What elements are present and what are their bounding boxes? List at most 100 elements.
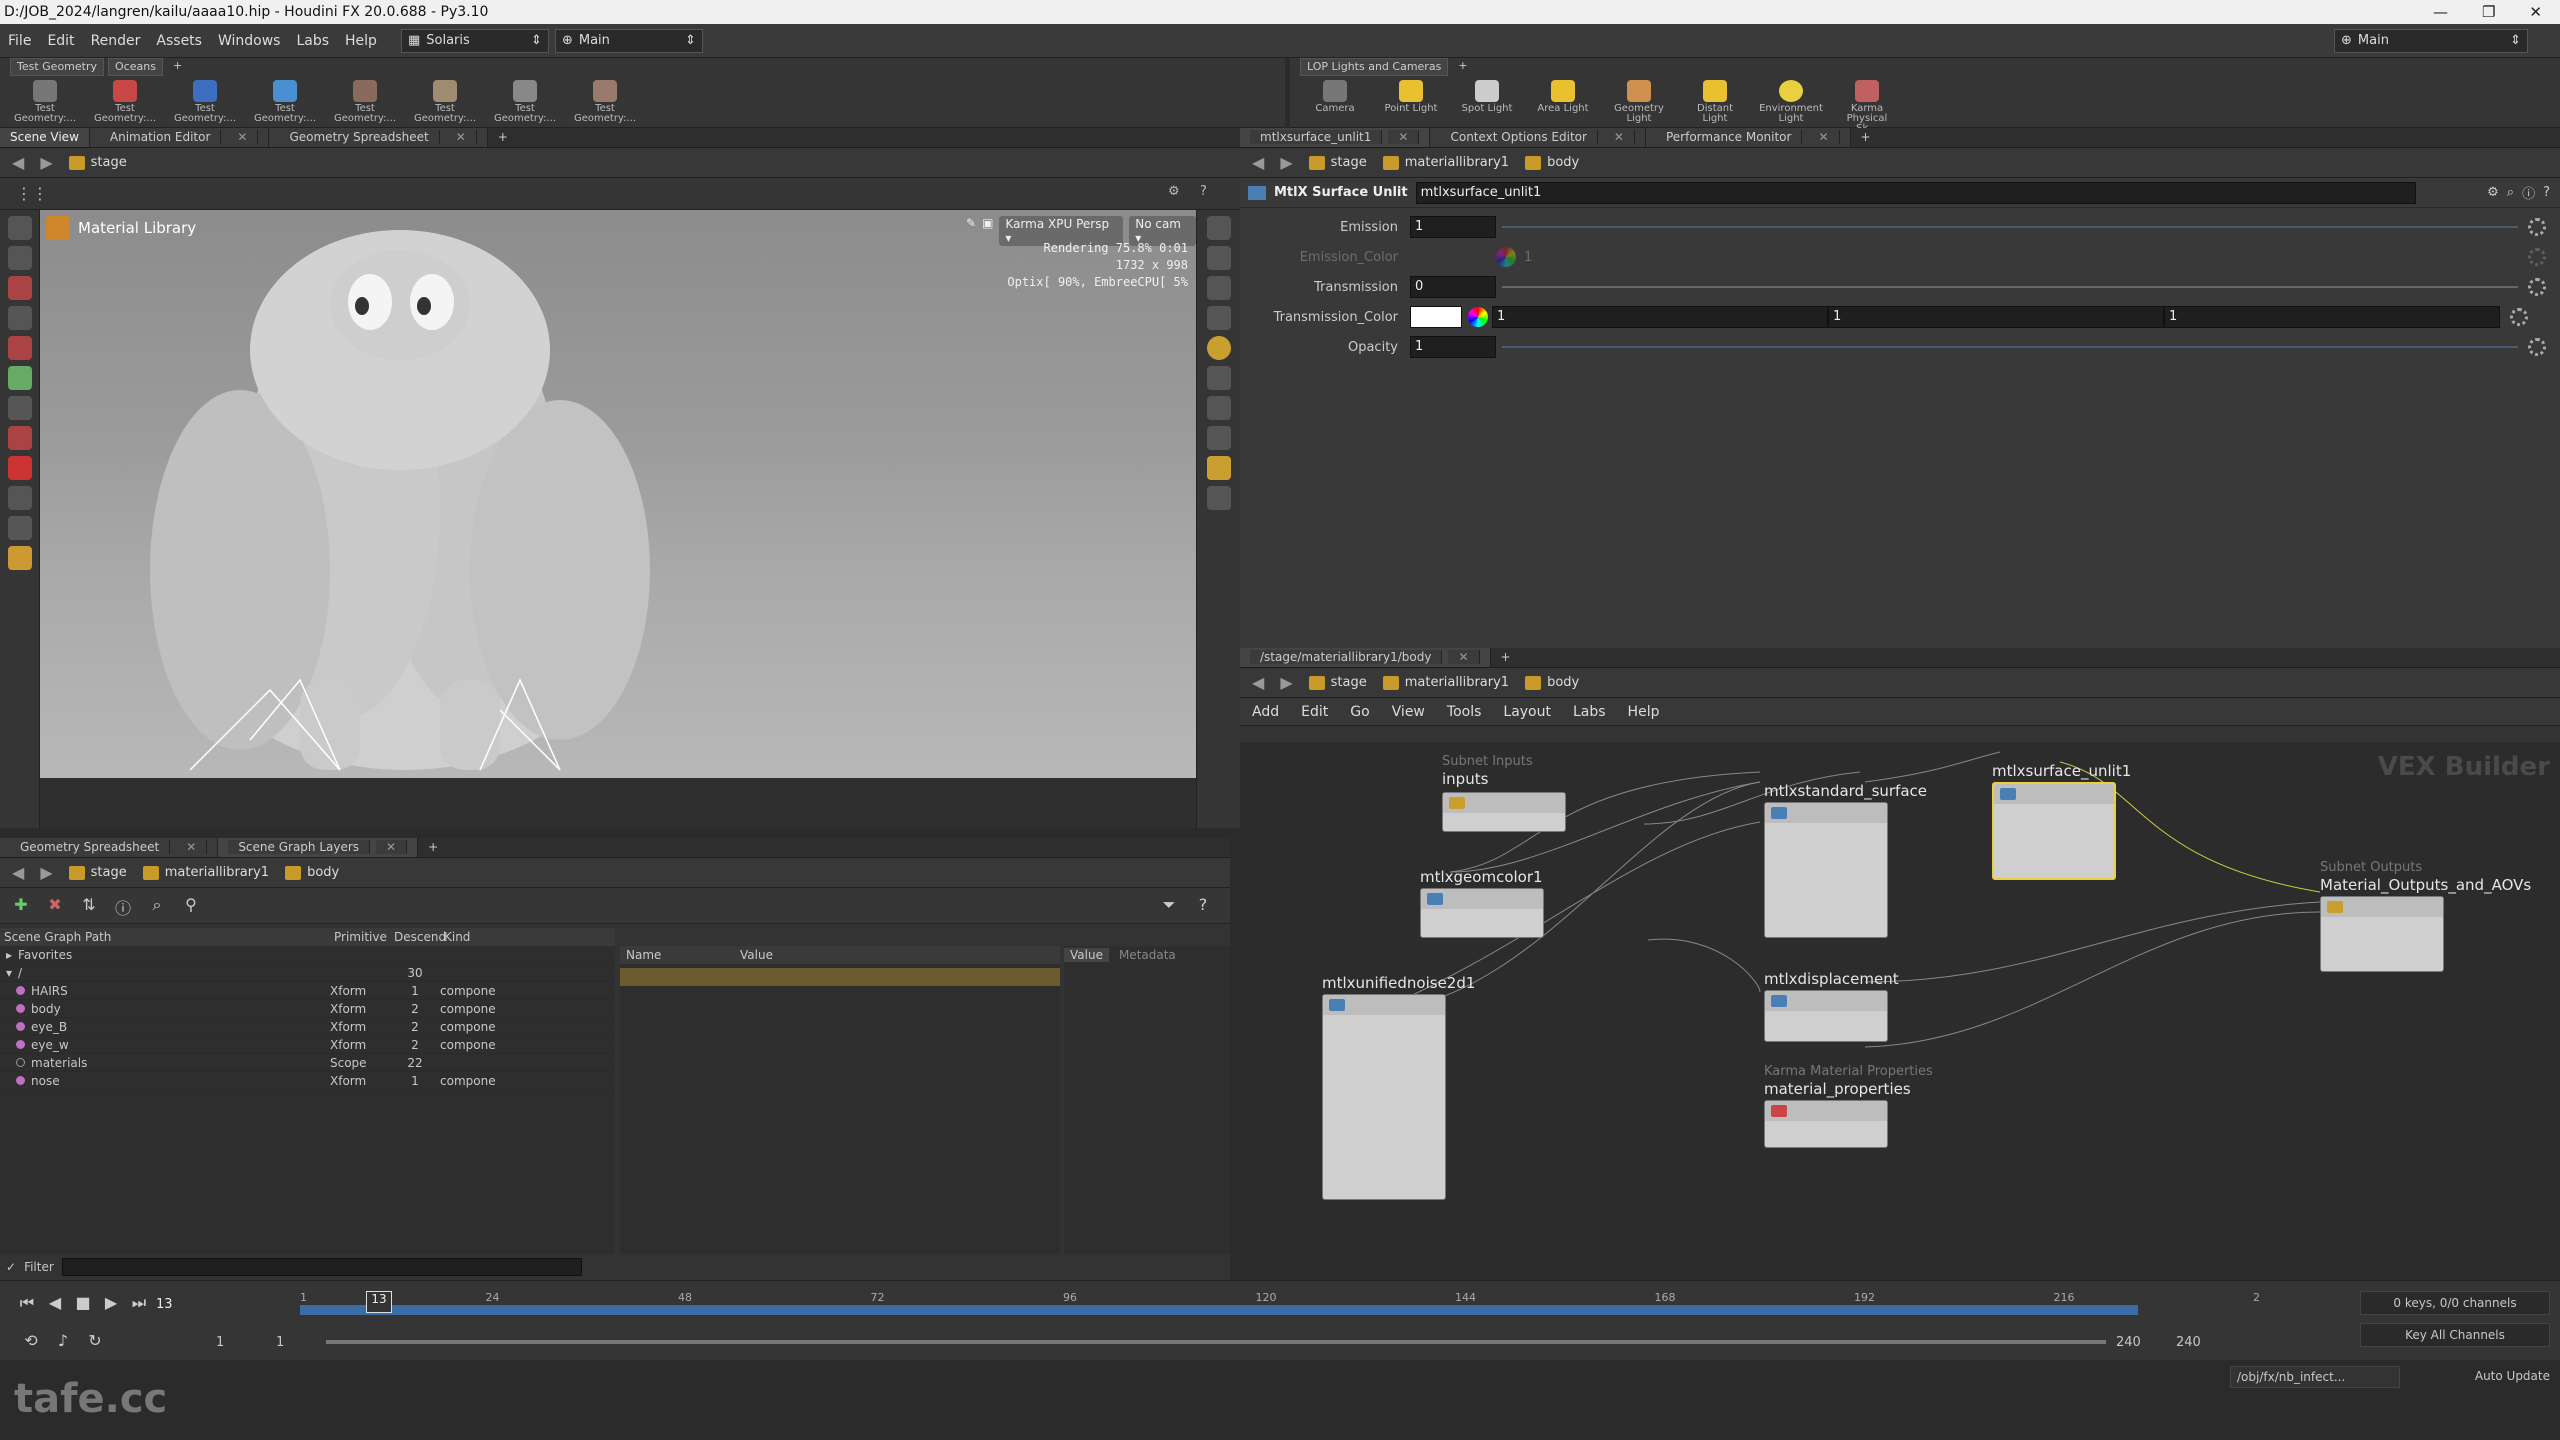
tree-row[interactable]: materials Scope 22: [0, 1054, 615, 1072]
shelf-tool-test-geometry-8[interactable]: Test Geometry:...: [574, 80, 636, 124]
node-inputs[interactable]: [1442, 792, 1566, 832]
menu-file[interactable]: File: [0, 33, 39, 49]
back-arrow-icon[interactable]: ◀: [12, 153, 24, 172]
add-tab-icon[interactable]: +: [488, 128, 518, 147]
context-path[interactable]: /obj/fx/nb_infect...: [2230, 1366, 2400, 1388]
net-menu-view[interactable]: View: [1392, 704, 1425, 720]
net-menu-layout[interactable]: Layout: [1503, 704, 1551, 720]
play-reverse-icon[interactable]: ◀: [44, 1293, 66, 1315]
shelf-tab-oceans[interactable]: Oceans: [108, 58, 163, 76]
forward-arrow-icon[interactable]: ▶: [40, 863, 52, 882]
color-wheel-icon[interactable]: [1468, 307, 1488, 327]
shelf-tool-point-light[interactable]: Point Light: [1380, 80, 1442, 134]
tree-row[interactable]: eye_w Xform 2 compone: [0, 1036, 615, 1054]
shelf-tool-camera[interactable]: Camera: [1304, 80, 1366, 134]
close-icon[interactable]: ✕: [1388, 130, 1420, 144]
shelf-tool-test-geometry-7[interactable]: Test Geometry:...: [494, 80, 556, 124]
net-menu-tools[interactable]: Tools: [1447, 704, 1482, 720]
frame-marker[interactable]: 13: [366, 1291, 392, 1313]
right-layout-dropdown[interactable]: ⊕ Main ⇕: [2334, 28, 2528, 53]
gear-icon[interactable]: [2528, 278, 2546, 296]
opacity-slider[interactable]: [1502, 346, 2518, 348]
pin-icon[interactable]: ⚲: [180, 895, 202, 917]
minimize-icon[interactable]: —: [2433, 3, 2448, 21]
tab-network-path[interactable]: /stage/materiallibrary1/body ✕: [1240, 648, 1491, 667]
add-tab-icon[interactable]: +: [167, 58, 188, 76]
gear-icon[interactable]: [2528, 218, 2546, 236]
menu-render[interactable]: Render: [83, 33, 149, 49]
close-icon[interactable]: ✕: [1448, 650, 1480, 664]
transmission-slider[interactable]: [1502, 286, 2518, 288]
info-icon[interactable]: ⓘ: [112, 895, 134, 918]
shelf-tool-test-geometry-6[interactable]: Test Geometry:...: [414, 80, 476, 124]
pause-icon[interactable]: [1206, 426, 1231, 450]
forward-arrow-icon[interactable]: ▶: [1280, 153, 1292, 172]
gear-icon[interactable]: [2510, 308, 2528, 326]
light-tool-icon[interactable]: [7, 546, 32, 570]
audio-icon[interactable]: ♪: [52, 1331, 74, 1353]
emission-field[interactable]: 1: [1410, 216, 1496, 238]
layout-dropdown[interactable]: ⊕ Main ⇕: [554, 28, 703, 53]
shelf-tool-spot-light[interactable]: Spot Light: [1456, 80, 1518, 134]
shelf-tool-karma-sky[interactable]: Karma Physical Sk...: [1836, 80, 1898, 134]
path-crumb-body[interactable]: body: [285, 865, 339, 880]
menu-help[interactable]: Help: [337, 33, 385, 49]
tab-value[interactable]: Value: [1064, 948, 1109, 962]
tree-row[interactable]: nose Xform 1 compone: [0, 1072, 615, 1090]
shelf-tool-distant-light[interactable]: Distant Light: [1684, 80, 1746, 134]
tab-geometry-spreadsheet[interactable]: Geometry Spreadsheet ✕: [269, 128, 488, 147]
realtime-icon[interactable]: ⟲: [20, 1331, 42, 1353]
rotate-tool-icon[interactable]: [7, 306, 32, 330]
select-tool-icon[interactable]: [7, 216, 32, 240]
range-end-field[interactable]: 240: [2116, 1335, 2166, 1350]
help-icon[interactable]: ?: [2543, 185, 2560, 200]
view-tool-icon[interactable]: [7, 486, 32, 510]
range-start-field[interactable]: 1: [216, 1335, 266, 1350]
selected-attribute-row[interactable]: [620, 968, 1060, 986]
maximize-icon[interactable]: ❐: [2482, 3, 2495, 21]
network-graph[interactable]: VEX Builder Subnet Inputs inputs mtlxgeo…: [1240, 742, 2560, 1280]
gear-icon[interactable]: ⚙: [2487, 185, 2499, 200]
transmission-color-r[interactable]: 1: [1492, 306, 1828, 328]
path-crumb-body[interactable]: body: [1525, 675, 1579, 690]
help-icon[interactable]: ?: [1192, 895, 1214, 917]
tab-mtlxsurface-unlit1[interactable]: mtlxsurface_unlit1 ✕: [1240, 128, 1431, 147]
color-swatch[interactable]: [1410, 306, 1462, 328]
shelf-tool-test-geometry-1[interactable]: Test Geometry:...: [14, 80, 76, 124]
lock-view-icon[interactable]: [1206, 276, 1231, 300]
shelf-tool-test-geometry-4[interactable]: Test Geometry:...: [254, 80, 316, 124]
node-mtlxunifiednoise2d1[interactable]: [1322, 994, 1446, 1200]
tab-scene-view[interactable]: Scene View: [0, 128, 90, 147]
close-icon[interactable]: ✕: [176, 840, 208, 854]
tab-metadata[interactable]: Metadata: [1113, 948, 1182, 962]
tab-context-options[interactable]: Context Options Editor ✕: [1430, 128, 1646, 147]
close-icon[interactable]: ✕: [376, 840, 408, 854]
move-tool-icon[interactable]: [7, 276, 32, 300]
tree-row-favorites[interactable]: ▸ Favorites: [0, 946, 615, 964]
brush-tool-icon[interactable]: [7, 426, 32, 450]
last-frame-icon[interactable]: ⏭: [128, 1293, 150, 1315]
path-crumb-stage[interactable]: stage: [1308, 675, 1367, 690]
pose-tool-icon[interactable]: [7, 396, 32, 420]
lock-icon[interactable]: [7, 246, 32, 270]
lock-icon[interactable]: ▣: [982, 216, 993, 246]
loop-icon[interactable]: ↻: [84, 1331, 106, 1353]
menu-assets[interactable]: Assets: [148, 33, 210, 49]
net-menu-help[interactable]: Help: [1628, 704, 1660, 720]
desktop-dropdown[interactable]: ▦ Solaris ⇕: [400, 28, 549, 53]
snapshot-icon[interactable]: [1206, 396, 1231, 420]
handle-tool-icon[interactable]: [7, 366, 32, 390]
path-crumb-materiallibrary[interactable]: materiallibrary1: [142, 865, 269, 880]
gear-icon[interactable]: [2528, 338, 2546, 356]
add-tab-icon[interactable]: +: [1491, 648, 1521, 667]
back-arrow-icon[interactable]: ◀: [12, 863, 24, 882]
range-slider[interactable]: [326, 1340, 2106, 1344]
node-mtlxgeomcolor1[interactable]: [1420, 888, 1544, 938]
back-arrow-icon[interactable]: ◀: [1252, 673, 1264, 692]
menu-labs[interactable]: Labs: [288, 33, 337, 49]
add-tab-icon[interactable]: +: [1851, 128, 1881, 147]
range-start2-field[interactable]: 1: [276, 1335, 316, 1350]
close-icon[interactable]: ✕: [1603, 130, 1635, 144]
node-mtlxsurface-unlit1[interactable]: [1992, 782, 2116, 880]
play-icon[interactable]: ▶: [100, 1293, 122, 1315]
